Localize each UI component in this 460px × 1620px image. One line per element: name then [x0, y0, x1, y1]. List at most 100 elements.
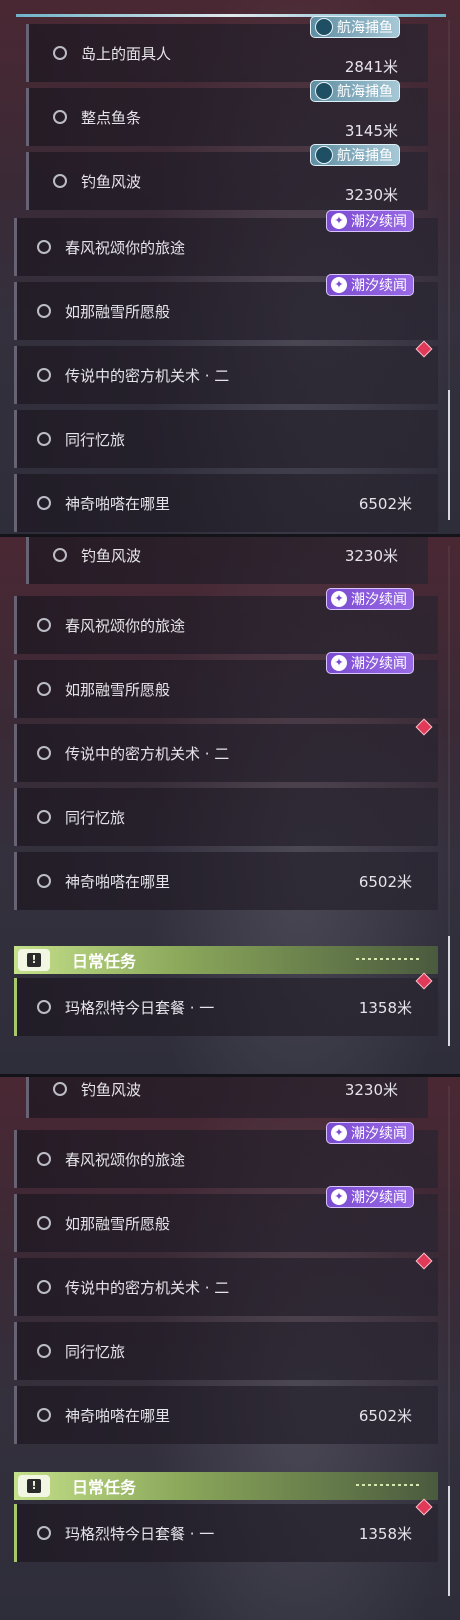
header-decoration: [356, 1484, 420, 1486]
tide-icon: ✦: [331, 1189, 347, 1205]
quest-row-wave[interactable]: 钓鱼风波 3230米: [26, 536, 428, 584]
quest-track-radio[interactable]: [37, 618, 51, 632]
scrollbar-thumb[interactable]: [448, 936, 450, 1046]
quest-row-memory[interactable]: 同行忆旅: [14, 1322, 438, 1380]
quest-row-meal[interactable]: 玛格烈特今日套餐 · 一 1358米: [14, 972, 438, 1036]
quest-row-where[interactable]: 神奇啪嗒在哪里 6502米: [14, 1386, 438, 1444]
scrollbar-thumb[interactable]: [448, 1486, 450, 1596]
tide-icon: ✦: [331, 1125, 347, 1141]
daily-tasks-header[interactable]: ! 日常任务: [14, 1472, 438, 1500]
quest-track-radio[interactable]: [37, 1408, 51, 1422]
quest-track-radio[interactable]: [53, 110, 67, 124]
tide-icon: ✦: [331, 277, 347, 293]
quest-name: 传说中的密方机关术 · 二: [65, 366, 230, 385]
quest-row-wave[interactable]: 钓鱼风波 3230米: [26, 1076, 428, 1118]
quest-name: 钓鱼风波: [81, 172, 142, 191]
quest-track-radio[interactable]: [53, 1082, 67, 1096]
daily-tasks-header[interactable]: ! 日常任务: [14, 946, 438, 974]
quest-list-panel-2: 钓鱼风波 3230米 ✦ 潮汐续闻 春风祝颂你的旅途 ✦ 潮汐续闻 如那融雪所愿般 …: [0, 536, 460, 1076]
header-decoration: [356, 958, 420, 960]
quest-row-spring[interactable]: ✦ 潮汐续闻 春风祝颂你的旅途: [14, 1122, 438, 1188]
tide-story-badge: ✦ 潮汐续闻: [326, 274, 414, 296]
quest-name: 如那融雪所愿般: [65, 302, 171, 321]
quest-track-radio[interactable]: [37, 810, 51, 824]
quest-name: 春风祝颂你的旅途: [65, 238, 186, 257]
quest-row-snow[interactable]: ✦ 潮汐续闻 如那融雪所愿般: [14, 1186, 438, 1252]
panel-separator: [0, 534, 460, 537]
quest-row-spring[interactable]: ✦ 潮汐续闻 春风祝颂你的旅途: [14, 210, 438, 276]
tide-icon: ✦: [331, 655, 347, 671]
quest-row-snow[interactable]: ✦ 潮汐续闻 如那融雪所愿般: [14, 274, 438, 340]
quest-distance: 6502米: [358, 1406, 412, 1425]
quest-distance: 6502米: [358, 494, 412, 513]
alert-icon: !: [18, 1475, 50, 1497]
quest-name: 传说中的密方机关术 · 二: [65, 744, 230, 763]
quest-distance: 1358米: [358, 998, 412, 1017]
quest-row-masks[interactable]: 航海捕鱼 岛上的面具人 2841米: [26, 16, 428, 82]
quest-name: 岛上的面具人: [81, 44, 172, 63]
quest-track-radio[interactable]: [37, 432, 51, 446]
quest-row-where[interactable]: 神奇啪嗒在哪里 6502米: [14, 852, 438, 910]
sea-fishing-badge: 航海捕鱼: [310, 16, 400, 38]
section-title: 日常任务: [72, 1478, 137, 1497]
quest-track-radio[interactable]: [37, 682, 51, 696]
quest-track-radio[interactable]: [37, 368, 51, 382]
quest-name: 整点鱼条: [81, 108, 142, 127]
alert-icon: !: [18, 949, 50, 971]
quest-name: 钓鱼风波: [81, 546, 142, 565]
quest-name: 钓鱼风波: [81, 1080, 142, 1099]
quest-track-radio[interactable]: [37, 874, 51, 888]
quest-row-wave[interactable]: 航海捕鱼 钓鱼风波 3230米: [26, 144, 428, 210]
quest-name: 同行忆旅: [65, 808, 126, 827]
quest-track-radio[interactable]: [37, 746, 51, 760]
new-marker-icon: [415, 340, 433, 358]
quest-distance: 3230米: [344, 1080, 398, 1099]
quest-row-memory[interactable]: 同行忆旅: [14, 788, 438, 846]
tide-story-badge: ✦ 潮汐续闻: [326, 1186, 414, 1208]
quest-track-radio[interactable]: [37, 240, 51, 254]
quest-row-spring[interactable]: ✦ 潮汐续闻 春风祝颂你的旅途: [14, 588, 438, 654]
quest-track-radio[interactable]: [37, 1344, 51, 1358]
quest-row-fish[interactable]: 航海捕鱼 整点鱼条 3145米: [26, 80, 428, 146]
quest-track-radio[interactable]: [37, 1280, 51, 1294]
quest-track-radio[interactable]: [37, 1526, 51, 1540]
quest-distance: 6502米: [358, 872, 412, 891]
tide-icon: ✦: [331, 591, 347, 607]
quest-track-radio[interactable]: [53, 174, 67, 188]
new-marker-icon: [415, 1252, 433, 1270]
quest-track-radio[interactable]: [37, 1216, 51, 1230]
quest-track-radio[interactable]: [37, 1152, 51, 1166]
quest-distance: 1358米: [358, 1524, 412, 1543]
panel-separator: [0, 1074, 460, 1077]
quest-row-legend[interactable]: 传说中的密方机关术 · 二: [14, 1252, 438, 1316]
sea-fishing-badge: 航海捕鱼: [310, 80, 400, 102]
quest-track-radio[interactable]: [37, 1000, 51, 1014]
section-title: 日常任务: [72, 952, 137, 971]
quest-track-radio[interactable]: [37, 496, 51, 510]
quest-track-radio[interactable]: [53, 46, 67, 60]
tide-story-badge: ✦ 潮汐续闻: [326, 1122, 414, 1144]
tide-story-badge: ✦ 潮汐续闻: [326, 210, 414, 232]
quest-name: 春风祝颂你的旅途: [65, 616, 186, 635]
quest-row-snow[interactable]: ✦ 潮汐续闻 如那融雪所愿般: [14, 652, 438, 718]
quest-name: 神奇啪嗒在哪里: [65, 1406, 171, 1425]
quest-row-legend[interactable]: 传说中的密方机关术 · 二: [14, 718, 438, 782]
quest-row-legend[interactable]: 传说中的密方机关术 · 二: [14, 340, 438, 404]
quest-list-panel-1: 航海捕鱼 岛上的面具人 2841米 航海捕鱼 整点鱼条 3145米 航海捕鱼 钓…: [0, 0, 460, 536]
quest-name: 同行忆旅: [65, 430, 126, 449]
quest-row-where[interactable]: 神奇啪嗒在哪里 6502米: [14, 474, 438, 532]
fishing-icon: [315, 18, 333, 36]
quest-track-radio[interactable]: [53, 548, 67, 562]
tide-icon: ✦: [331, 213, 347, 229]
quest-distance: 3230米: [344, 546, 398, 565]
quest-distance: 3145米: [344, 122, 398, 140]
scrollbar-thumb[interactable]: [448, 390, 450, 520]
quest-name: 神奇啪嗒在哪里: [65, 872, 171, 891]
quest-track-radio[interactable]: [37, 304, 51, 318]
quest-name: 春风祝颂你的旅途: [65, 1150, 186, 1169]
quest-list-panel-3: 钓鱼风波 3230米 ✦ 潮汐续闻 春风祝颂你的旅途 ✦ 潮汐续闻 如那融雪所愿般 …: [0, 1076, 460, 1620]
quest-row-meal[interactable]: 玛格烈特今日套餐 · 一 1358米: [14, 1498, 438, 1562]
quest-row-memory[interactable]: 同行忆旅: [14, 410, 438, 468]
quest-distance: 2841米: [344, 58, 398, 76]
new-marker-icon: [415, 1498, 433, 1516]
